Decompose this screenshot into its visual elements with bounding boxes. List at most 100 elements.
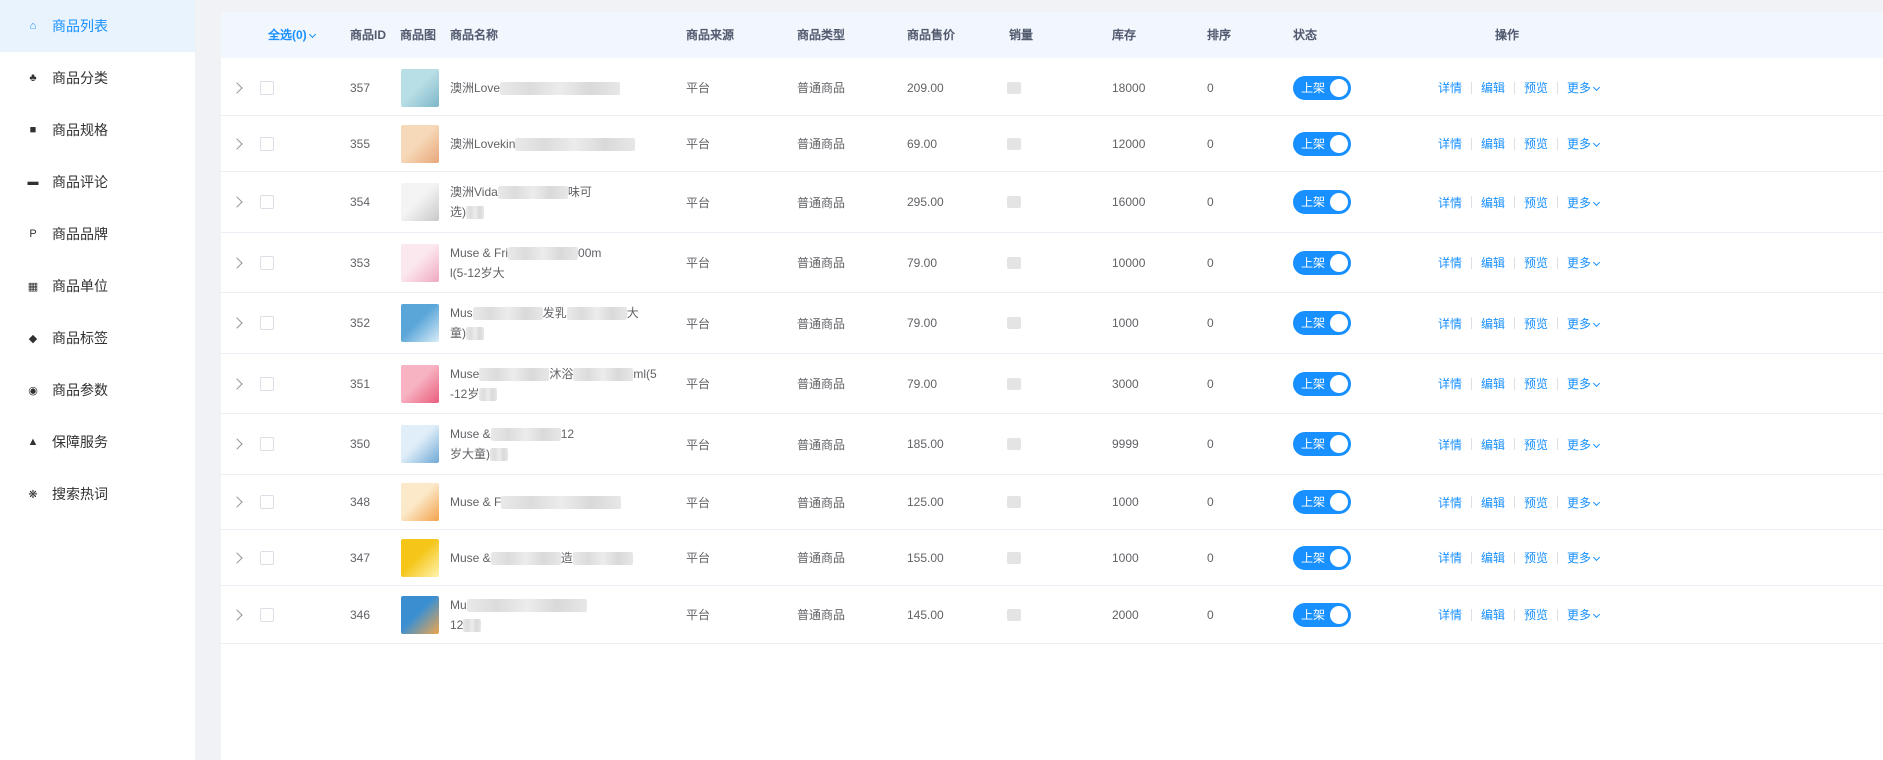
detail-link[interactable]: 详情: [1438, 194, 1462, 211]
detail-link[interactable]: 详情: [1438, 79, 1462, 96]
checkbox[interactable]: [260, 437, 274, 451]
status-toggle[interactable]: 上架: [1293, 131, 1351, 156]
detail-link[interactable]: 详情: [1438, 606, 1462, 623]
product-thumbnail[interactable]: [401, 183, 439, 221]
chevron-down-icon[interactable]: [1593, 198, 1601, 206]
chevron-down-icon[interactable]: [1593, 440, 1601, 448]
edit-link[interactable]: 编辑: [1481, 194, 1505, 211]
more-dropdown[interactable]: 更多: [1567, 135, 1601, 152]
more-label[interactable]: 更多: [1567, 317, 1591, 331]
more-dropdown[interactable]: 更多: [1567, 79, 1601, 96]
chevron-down-icon[interactable]: [1593, 319, 1601, 327]
sidebar-item[interactable]: ■ 商品规格: [0, 104, 195, 156]
chevron-right-icon[interactable]: [231, 137, 243, 150]
checkbox[interactable]: [260, 607, 274, 622]
sidebar-item[interactable]: ▬ 商品评论: [0, 156, 195, 208]
sidebar-item[interactable]: P 商品品牌: [0, 208, 195, 260]
product-thumbnail[interactable]: [401, 243, 439, 282]
sidebar-item[interactable]: ▲ 保障服务: [0, 416, 195, 468]
preview-link[interactable]: 预览: [1524, 254, 1548, 271]
expand-row-button[interactable]: [231, 530, 243, 585]
chevron-down-icon[interactable]: [1593, 610, 1601, 619]
checkbox[interactable]: [260, 376, 274, 391]
product-thumbnail[interactable]: [401, 595, 439, 634]
more-label[interactable]: 更多: [1567, 438, 1591, 452]
edit-link[interactable]: 编辑: [1481, 436, 1505, 453]
chevron-right-icon[interactable]: [231, 438, 243, 450]
select-all-dropdown[interactable]: 全选(0): [268, 12, 316, 58]
status-toggle[interactable]: 上架: [1293, 250, 1351, 275]
detail-link[interactable]: 详情: [1438, 315, 1462, 332]
preview-link[interactable]: 预览: [1524, 135, 1548, 152]
checkbox[interactable]: [260, 495, 274, 509]
expand-row-button[interactable]: [231, 293, 243, 353]
chevron-right-icon[interactable]: [231, 256, 243, 269]
expand-row-button[interactable]: [231, 354, 243, 413]
row-checkbox[interactable]: [260, 530, 274, 585]
more-label[interactable]: 更多: [1567, 496, 1591, 510]
more-label[interactable]: 更多: [1567, 196, 1591, 210]
product-thumbnail[interactable]: [401, 68, 439, 107]
expand-row-button[interactable]: [231, 475, 243, 529]
expand-row-button[interactable]: [231, 414, 243, 474]
status-toggle[interactable]: 上架: [1293, 432, 1351, 456]
product-thumbnail[interactable]: [401, 304, 439, 342]
product-thumbnail[interactable]: [401, 425, 439, 463]
chevron-right-icon[interactable]: [231, 551, 243, 564]
product-thumbnail[interactable]: [401, 364, 439, 403]
preview-link[interactable]: 预览: [1524, 375, 1548, 392]
expand-row-button[interactable]: [231, 586, 243, 643]
edit-link[interactable]: 编辑: [1481, 79, 1505, 96]
row-checkbox[interactable]: [260, 414, 274, 474]
more-label[interactable]: 更多: [1567, 137, 1591, 151]
detail-link[interactable]: 详情: [1438, 135, 1462, 152]
preview-link[interactable]: 预览: [1524, 315, 1548, 332]
chevron-down-icon[interactable]: [1593, 83, 1601, 92]
product-thumbnail[interactable]: [401, 483, 439, 521]
product-thumbnail[interactable]: [401, 124, 439, 163]
preview-link[interactable]: 预览: [1524, 194, 1548, 211]
row-checkbox[interactable]: [260, 60, 274, 115]
sidebar-item[interactable]: ♣ 商品分类: [0, 52, 195, 104]
more-label[interactable]: 更多: [1567, 377, 1591, 391]
product-thumbnail[interactable]: [401, 538, 439, 577]
sidebar-item[interactable]: ❋ 搜索热词: [0, 468, 195, 520]
row-checkbox[interactable]: [260, 586, 274, 643]
status-toggle[interactable]: 上架: [1293, 75, 1351, 100]
status-toggle[interactable]: 上架: [1293, 371, 1351, 396]
expand-row-button[interactable]: [231, 116, 243, 171]
expand-row-button[interactable]: [231, 172, 243, 232]
more-dropdown[interactable]: 更多: [1567, 549, 1601, 566]
edit-link[interactable]: 编辑: [1481, 549, 1505, 566]
edit-link[interactable]: 编辑: [1481, 606, 1505, 623]
row-checkbox[interactable]: [260, 475, 274, 529]
preview-link[interactable]: 预览: [1524, 549, 1548, 566]
expand-row-button[interactable]: [231, 233, 243, 292]
preview-link[interactable]: 预览: [1524, 606, 1548, 623]
row-checkbox[interactable]: [260, 293, 274, 353]
checkbox[interactable]: [260, 80, 274, 95]
chevron-right-icon[interactable]: [231, 377, 243, 390]
checkbox[interactable]: [260, 316, 274, 330]
row-checkbox[interactable]: [260, 233, 274, 292]
status-toggle[interactable]: 上架: [1293, 190, 1351, 214]
edit-link[interactable]: 编辑: [1481, 494, 1505, 511]
more-dropdown[interactable]: 更多: [1567, 375, 1601, 392]
row-checkbox[interactable]: [260, 354, 274, 413]
checkbox[interactable]: [260, 255, 274, 270]
more-dropdown[interactable]: 更多: [1567, 194, 1601, 211]
detail-link[interactable]: 详情: [1438, 549, 1462, 566]
chevron-down-icon[interactable]: [1593, 553, 1601, 562]
sidebar-item[interactable]: ▦ 商品单位: [0, 260, 195, 312]
select-all-label[interactable]: 全选(0): [268, 28, 307, 42]
chevron-right-icon[interactable]: [231, 496, 243, 508]
sidebar-item[interactable]: ⌂ 商品列表: [0, 0, 195, 52]
detail-link[interactable]: 详情: [1438, 494, 1462, 511]
row-checkbox[interactable]: [260, 116, 274, 171]
checkbox[interactable]: [260, 195, 274, 209]
chevron-right-icon[interactable]: [231, 317, 243, 329]
checkbox[interactable]: [260, 550, 274, 565]
detail-link[interactable]: 详情: [1438, 254, 1462, 271]
row-checkbox[interactable]: [260, 172, 274, 232]
chevron-down-icon[interactable]: [1593, 379, 1601, 388]
